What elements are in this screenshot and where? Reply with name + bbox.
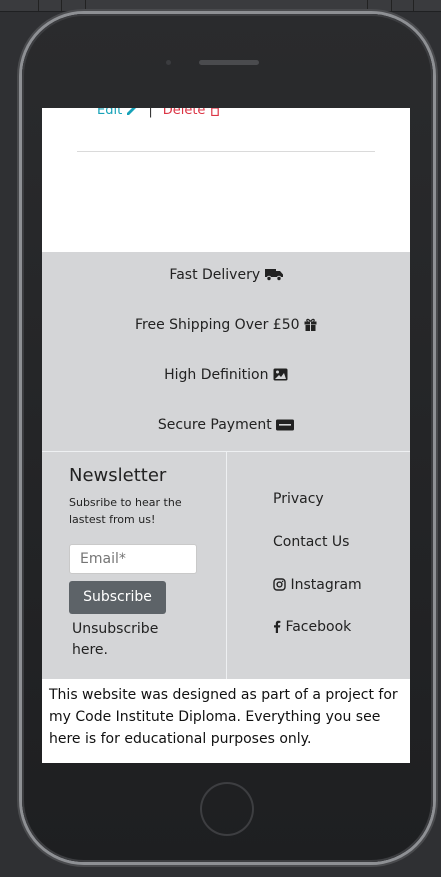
delete-link[interactable]: Delete bbox=[163, 108, 220, 118]
edit-link[interactable]: Edit bbox=[97, 108, 138, 118]
toolbar-divider bbox=[61, 0, 62, 11]
toolbar-divider bbox=[391, 0, 392, 11]
site-footer: Newsletter Subsribe to hear the lastest … bbox=[42, 451, 410, 679]
feature-high-definition: High Definition bbox=[42, 367, 410, 383]
delete-label: Delete bbox=[162, 108, 206, 118]
gift-icon bbox=[304, 318, 317, 331]
toolbar-divider bbox=[85, 0, 86, 11]
truck-icon bbox=[264, 269, 283, 281]
facebook-icon bbox=[274, 620, 281, 633]
phone-screen: Edit | Delete Fast Delivery Free Shipping… bbox=[42, 108, 410, 763]
newsletter-title: Newsletter bbox=[69, 465, 167, 486]
browser-top-bar bbox=[0, 0, 441, 12]
facebook-link[interactable]: Facebook bbox=[273, 619, 351, 635]
toolbar-divider bbox=[38, 0, 39, 11]
trash-icon bbox=[210, 108, 219, 116]
phone-camera bbox=[166, 60, 171, 65]
feature-fast-delivery: Fast Delivery bbox=[42, 267, 410, 283]
toolbar-divider bbox=[367, 0, 368, 11]
newsletter-subtitle: Subsribe to hear the lastest from us! bbox=[69, 496, 182, 526]
features-banner: Fast Delivery Free Shipping Over £50 Hig… bbox=[42, 252, 410, 451]
email-input[interactable] bbox=[69, 544, 197, 574]
unsubscribe-link[interactable]: Unsubscribe here. bbox=[72, 619, 192, 661]
contact-label: Contact Us bbox=[273, 534, 350, 550]
privacy-label: Privacy bbox=[273, 491, 324, 507]
privacy-link[interactable]: Privacy bbox=[273, 491, 324, 507]
product-actions: Edit | Delete bbox=[97, 108, 220, 118]
subscribe-button[interactable]: Subscribe bbox=[69, 581, 166, 614]
feature-free-shipping: Free Shipping Over £50 bbox=[42, 317, 410, 333]
edit-label: Edit bbox=[97, 108, 123, 118]
feature-label: Secure Payment bbox=[157, 417, 272, 433]
pencil-icon bbox=[127, 108, 137, 115]
phone-home-button[interactable] bbox=[200, 782, 254, 836]
phone-power-button bbox=[434, 180, 438, 235]
feature-label: High Definition bbox=[164, 367, 269, 383]
facebook-label: Facebook bbox=[285, 619, 352, 635]
image-icon bbox=[273, 368, 288, 381]
feature-label: Free Shipping Over £50 bbox=[135, 317, 300, 333]
instagram-link[interactable]: Instagram bbox=[273, 577, 362, 593]
contact-link[interactable]: Contact Us bbox=[273, 534, 349, 550]
divider bbox=[77, 151, 375, 152]
feature-secure-payment: Secure Payment bbox=[42, 417, 410, 433]
instagram-label: Instagram bbox=[290, 577, 362, 593]
stripe-icon bbox=[276, 419, 295, 431]
feature-label: Fast Delivery bbox=[169, 267, 261, 283]
action-separator: | bbox=[148, 108, 153, 118]
toolbar-divider bbox=[413, 0, 414, 11]
site-disclaimer: This website was designed as part of a p… bbox=[49, 687, 398, 747]
footer-column-divider bbox=[226, 452, 227, 679]
phone-speaker bbox=[199, 60, 259, 65]
instagram-icon bbox=[273, 578, 286, 591]
